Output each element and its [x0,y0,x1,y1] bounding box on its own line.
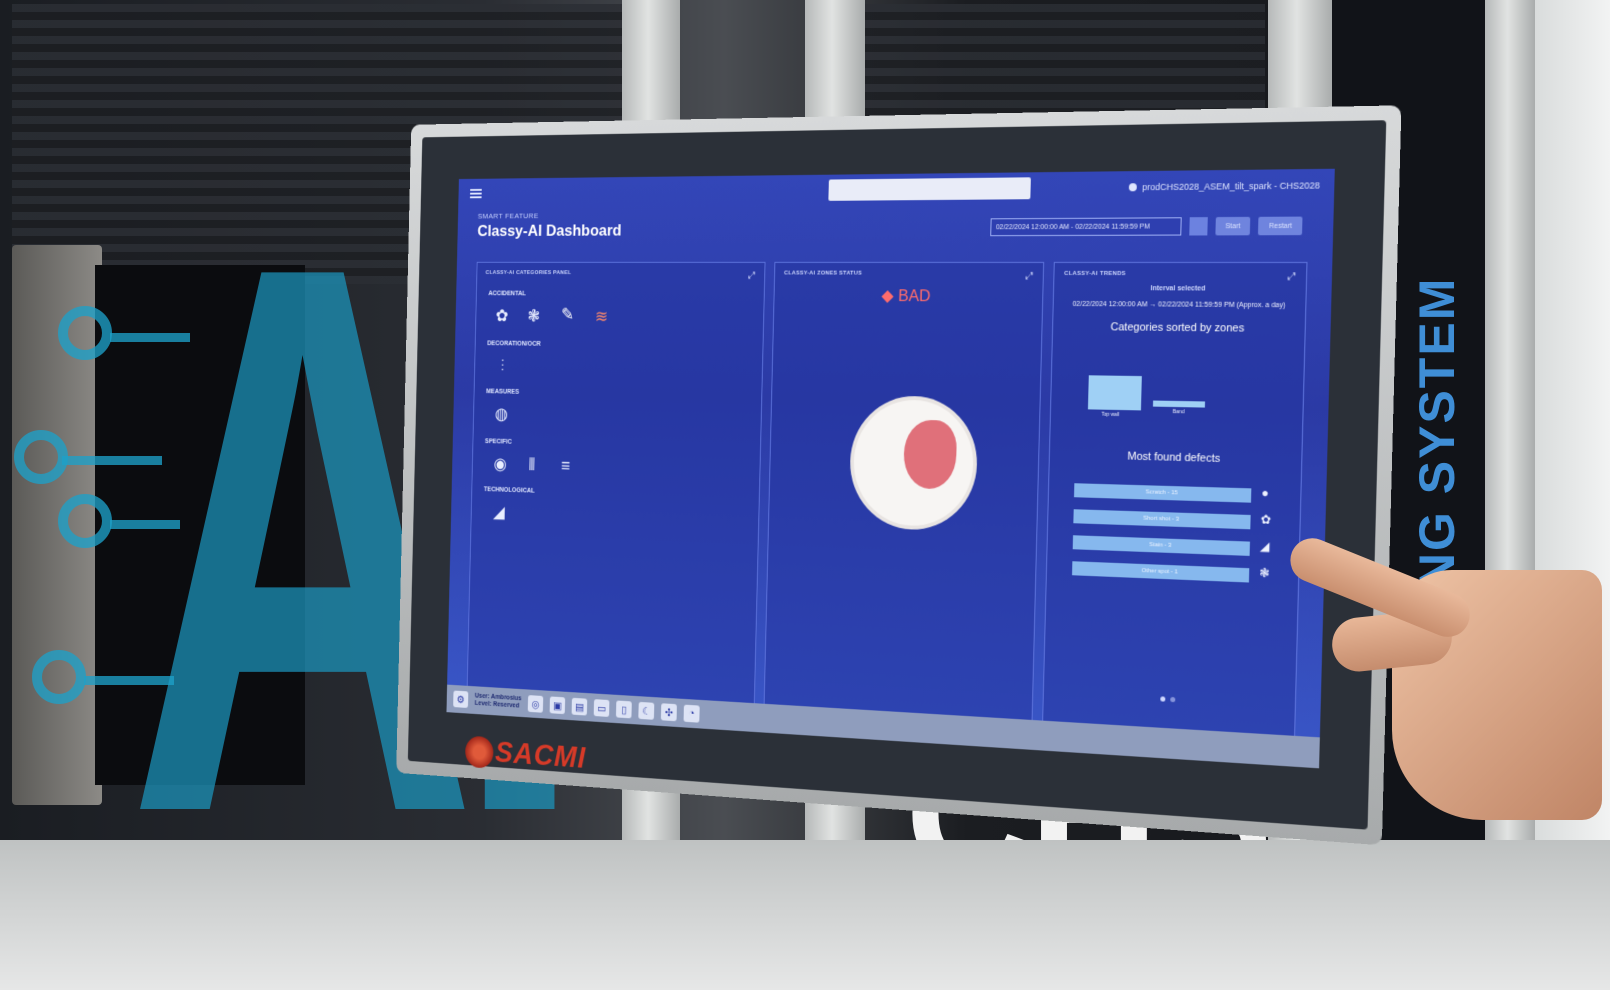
pointing-hand [1283,530,1610,850]
lines-icon[interactable]: ≡ [556,455,575,476]
expand-icon[interactable]: ⤢ [748,271,755,282]
zone-bar[interactable] [1152,400,1206,408]
circuit-node [58,306,112,360]
chat-icon[interactable]: ▭ [593,699,610,717]
sliders-icon[interactable]: ⫶ [493,355,512,376]
tools-icon[interactable]: ✣ [660,703,678,722]
file-icon[interactable]: ▯ [616,700,632,719]
category-label: MEASURES [486,388,520,396]
menu-icon[interactable] [469,188,482,199]
fin-icon[interactable]: ◢ [490,501,509,522]
date-range-input[interactable]: 02/22/2024 12:00:00 AM - 02/22/2024 11:5… [989,217,1182,237]
interval-label: Interval selected [1150,285,1206,293]
zone-label: Band [1172,409,1185,416]
chart-icon[interactable]: ◔ [683,704,700,723]
circuit-node [14,430,68,484]
brand-logo: SACMI [494,734,587,775]
header-controls: 02/22/2024 12:00:00 AM - 02/22/2024 11:5… [989,216,1303,237]
disc-icon[interactable]: ◉ [491,453,510,474]
wave-icon[interactable]: ≋ [592,306,611,327]
pager-dot[interactable] [1159,696,1165,702]
settings-gear-icon[interactable]: ⚙ [453,690,469,708]
user-indicator[interactable]: prodCHS2028_ASEM_tilt_spark - CHS2028 [1129,180,1320,192]
zones-status-panel: CLASSY-AI ZONES STATUS ⤢ ◆ BAD [763,261,1045,730]
circuit-line [84,676,174,685]
barcode-icon[interactable]: ⦀ [522,454,541,475]
interval-value: 02/22/2024 12:00:00 AM → 02/22/2024 11:5… [1072,300,1286,310]
chip-icon[interactable]: ✿ [493,305,512,326]
ellipse-icon[interactable]: ◍ [492,403,511,424]
puzzle-icon: ❃ [1259,565,1270,581]
category-label: SPECIFIC [484,438,512,446]
defect-row[interactable]: Stain - 3 [1072,535,1250,556]
start-button[interactable]: Start [1215,216,1251,236]
search-input[interactable] [828,177,1031,201]
user-level: Level: Reserved [474,700,520,710]
calendar-button[interactable] [1188,217,1208,236]
circle-icon: ● [1261,485,1270,501]
circuit-node [58,494,112,548]
category-label: TECHNOLOGICAL [483,486,535,495]
pager-dot[interactable] [1169,696,1175,703]
moon-icon[interactable]: ☾ [638,701,655,720]
user-info: User: Ambrosius Level: Reserved [475,692,522,710]
status-badge: ◆ BAD [774,286,1042,307]
circuit-line [110,520,180,529]
puzzle-icon[interactable]: ❃ [524,306,543,327]
panel-title: CLASSY-AI CATEGORIES PANEL [485,270,572,276]
circuit-line [110,333,190,342]
expand-icon[interactable]: ⤢ [1287,271,1296,282]
zone-bar[interactable] [1087,375,1142,411]
panel-title: CLASSY-AI ZONES STATUS [783,270,863,277]
defect-row[interactable]: Short shot - 3 [1073,509,1251,530]
dashboard-panels: CLASSY-AI CATEGORIES PANEL ⤢ ACCIDENTAL … [466,261,1308,747]
cap-image [852,399,975,528]
category-label: ACCIDENTAL [488,290,526,298]
crack-icon[interactable]: ✎ [558,304,577,325]
page-header: SMART FEATURE Classy-AI Dashboard 02/22/… [457,202,1334,251]
touch-monitor: SACMI prodCHS2028_ASEM_tilt_spark - CHS2… [396,105,1402,846]
category-label: DECORATION/OCR [487,340,541,348]
zones-chart-title: Categories sorted by zones [1110,321,1245,335]
expand-icon[interactable]: ⤢ [1025,271,1033,282]
chip-icon: ✿ [1260,512,1272,527]
document-icon[interactable]: ▤ [571,697,588,716]
defect-row[interactable]: Other spot - 1 [1072,561,1250,583]
categories-panel: CLASSY-AI CATEGORIES PANEL ⤢ ACCIDENTAL … [466,261,766,713]
machine-icon[interactable]: ◎ [527,695,544,713]
defect-zone[interactable] [903,419,958,490]
user-icon [1129,183,1138,192]
machine-base [0,840,1610,990]
status-text: BAD [897,286,931,306]
restart-button[interactable]: Restart [1258,216,1303,236]
dashboard-screen: prodCHS2028_ASEM_tilt_spark - CHS2028 SM… [446,168,1335,769]
defect-row[interactable]: Scratch - 15 [1074,483,1252,503]
trends-panel: CLASSY-AI TRENDS ⤢ Interval selected 02/… [1041,261,1308,747]
monitor-icon[interactable]: ▣ [549,696,566,715]
circuit-node [32,650,86,704]
defects-chart-title: Most found defects [1127,450,1221,466]
circuit-line [62,456,162,465]
zone-label: Top wall [1101,411,1120,419]
panel-title: CLASSY-AI TRENDS [1064,270,1126,278]
user-label: prodCHS2028_ASEM_tilt_spark - CHS2028 [1142,180,1320,193]
fin-icon: ◢ [1259,538,1270,554]
status-diamond-icon: ◆ [881,286,894,305]
pager [1044,690,1295,709]
